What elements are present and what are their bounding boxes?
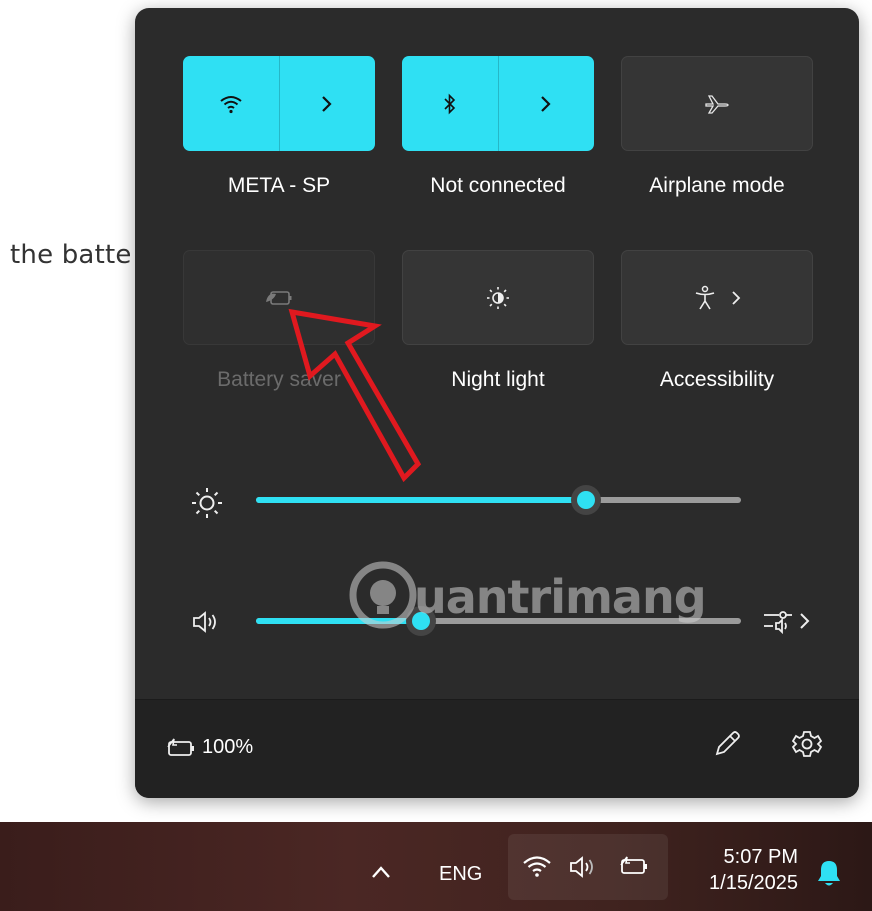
annotation-arrow [288, 308, 422, 483]
audio-output-icon [761, 606, 795, 636]
wifi-icon [219, 94, 243, 114]
volume-slider-fill [256, 618, 421, 624]
volume-slider[interactable] [256, 606, 741, 636]
brightness-icon [189, 485, 225, 521]
tile-label-bluetooth: Not connected [430, 174, 566, 197]
brightness-slider[interactable] [256, 485, 741, 515]
settings-gear-icon[interactable] [791, 728, 823, 760]
airplane-icon [704, 93, 730, 115]
chevron-right-icon [731, 290, 741, 306]
speaker-icon [191, 609, 223, 635]
volume-slider-thumb[interactable] [405, 606, 436, 636]
edit-pencil-icon[interactable] [711, 728, 743, 760]
battery-icon [618, 854, 652, 878]
system-tray-group[interactable] [508, 834, 668, 900]
quick-settings-footer: 100% [135, 699, 859, 798]
airplane-mode-tile[interactable] [621, 56, 813, 151]
brightness-slider-thumb[interactable] [570, 485, 601, 515]
accessibility-icon [693, 285, 717, 311]
tile-label-wifi: META - SP [227, 174, 331, 197]
tile-label-accessibility: Accessibility [659, 368, 775, 391]
wifi-tile[interactable] [183, 56, 375, 151]
bluetooth-icon [442, 92, 458, 116]
chevron-right-icon [539, 94, 553, 114]
audio-output-button[interactable] [761, 604, 821, 638]
taskbar: ENG 5:07 PM 1/15/2025 [0, 822, 872, 911]
clock-time: 5:07 PM [723, 846, 798, 868]
speaker-icon [568, 854, 600, 880]
chevron-up-icon[interactable] [370, 864, 392, 880]
chevron-right-icon [320, 94, 334, 114]
tile-label-airplane: Airplane mode [649, 174, 785, 197]
clock[interactable]: 5:07 PM 1/15/2025 [680, 844, 798, 896]
bluetooth-toggle[interactable] [402, 56, 499, 151]
brightness-slider-fill [256, 497, 586, 503]
bluetooth-expand-button[interactable] [499, 56, 595, 151]
wifi-icon [522, 854, 552, 878]
quick-settings-panel: META - SP Not connected Airplane mode Ba… [135, 8, 859, 798]
wifi-expand-button[interactable] [280, 56, 376, 151]
chevron-right-icon [799, 611, 811, 631]
battery-percentage: 100% [202, 736, 254, 758]
bluetooth-tile[interactable] [402, 56, 594, 151]
battery-status[interactable]: 100% [165, 736, 253, 759]
wifi-toggle[interactable] [183, 56, 280, 151]
language-indicator[interactable]: ENG [439, 863, 482, 886]
clock-date: 1/15/2025 [709, 872, 798, 894]
notification-bell-icon[interactable] [815, 858, 843, 888]
accessibility-tile[interactable] [621, 250, 813, 345]
background-text: the batte [10, 240, 132, 270]
battery-charging-icon [165, 737, 199, 759]
night-light-icon [485, 285, 511, 311]
